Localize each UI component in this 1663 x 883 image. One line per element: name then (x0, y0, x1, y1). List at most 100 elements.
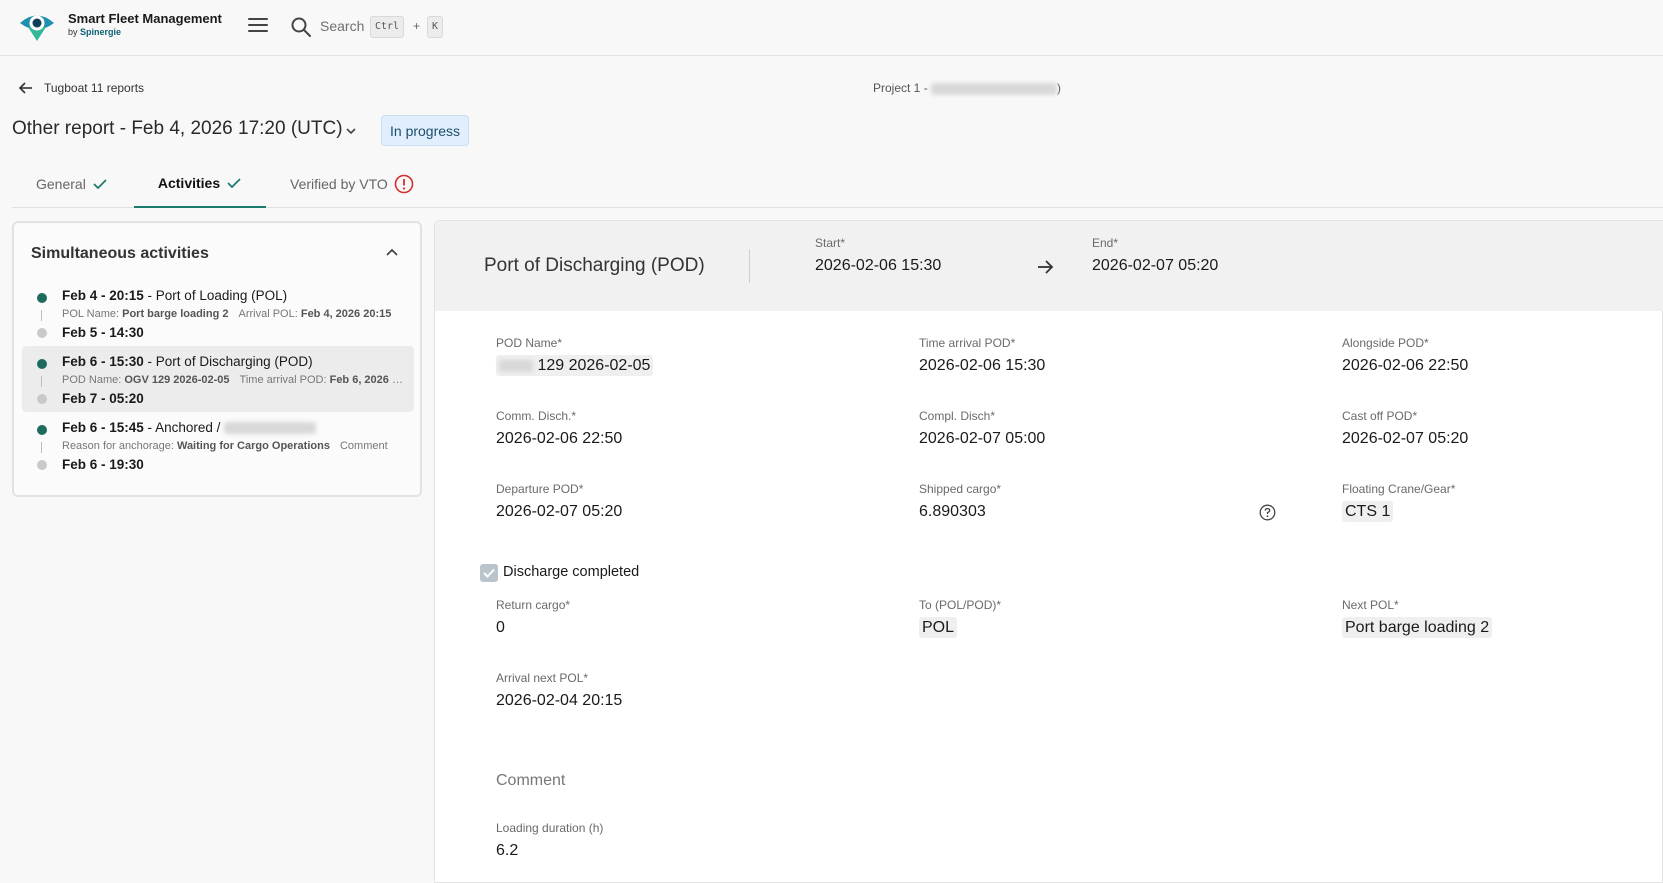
tab-label: Verified by VTO (290, 176, 388, 192)
brand[interactable]: Smart Fleet Management by Spinergie (68, 12, 222, 37)
status-badge: In progress (381, 115, 470, 146)
activity-item-selected[interactable]: Feb 6 - 15:30 - Port of Discharging (POD… (22, 346, 414, 412)
activity-details: Reason for anchorage: Waiting for Cargo … (62, 440, 408, 452)
detail-value: Feb 6, 2026 15:30 (329, 374, 408, 386)
project-suffix: ) (1057, 81, 1062, 95)
discharge-completed-checkbox[interactable] (480, 564, 498, 582)
floating-crane-label: Floating Crane/Gear* (1342, 482, 1456, 496)
pod-name-value: 129 2026-02-05 (537, 357, 651, 374)
comment-field[interactable]: Comment (496, 772, 565, 790)
end-dot (37, 394, 47, 404)
floating-crane-chip: CTS 1 (1342, 501, 1394, 522)
pod-name-label: POD Name* (496, 336, 563, 350)
end-label: End* (1092, 236, 1119, 250)
detail-value: OGV 129 2026-02-05 (124, 374, 230, 386)
activity-type: Anchored / (155, 420, 225, 435)
timeline-line (41, 310, 42, 321)
end-dot (37, 328, 47, 338)
activity-sep: - (143, 288, 156, 303)
search-icon[interactable] (290, 16, 312, 38)
discharge-completed-label[interactable]: Discharge completed (503, 564, 639, 580)
activity-type-title: Port of Discharging (POD) (484, 255, 705, 276)
app-name: Smart Fleet Management (68, 11, 222, 26)
next-pol-label: Next POL* (1342, 598, 1399, 612)
eye-logo-icon[interactable] (18, 10, 56, 44)
activity-type: Port of Loading (POL) (155, 288, 288, 303)
time-arrival-pod-field[interactable]: 2026-02-06 15:30 (919, 357, 1045, 375)
report-title: Other report - Feb 4, 2026 17:20 (UTC) (12, 118, 343, 139)
to-pol-pod-chip: POL (919, 617, 958, 638)
back-link[interactable]: Tugboat 11 reports (44, 81, 144, 95)
to-pol-pod-field[interactable]: POL (919, 617, 958, 638)
return-cargo-field[interactable]: 0 (496, 619, 505, 637)
activity-end: Feb 7 - 05:20 (62, 391, 144, 406)
timeline-line (41, 376, 42, 387)
floating-crane-field[interactable]: CTS 1 (1342, 501, 1394, 522)
top-bar: Smart Fleet Management by Spinergie Sear… (0, 0, 1663, 56)
checkbox-check-icon (483, 568, 495, 578)
arrival-next-pol-field[interactable]: 2026-02-04 20:15 (496, 692, 622, 710)
detail-key: Arrival POL: (238, 308, 301, 320)
project-label: Project 1 - ) (873, 81, 1061, 95)
menu-icon[interactable] (248, 18, 268, 34)
time-arrival-pod-label: Time arrival POD* (919, 336, 1016, 350)
activity-item[interactable]: Feb 6 - 15:45 - Anchored / Reason for an… (22, 412, 414, 478)
end-dot (37, 460, 47, 470)
pod-name-field[interactable]: 129 2026-02-05 (496, 355, 654, 376)
detail-key: Reason for anchorage: (62, 440, 177, 452)
compl-disch-field[interactable]: 2026-02-07 05:00 (919, 430, 1045, 448)
tab-general[interactable]: General (36, 160, 112, 208)
alongside-pod-field[interactable]: 2026-02-06 22:50 (1342, 357, 1468, 375)
activity-title: Feb 6 - 15:30 - Port of Discharging (POD… (62, 354, 313, 369)
check-icon (93, 179, 107, 190)
tab-label: Activities (157, 175, 221, 191)
activity-sep: - (143, 420, 156, 435)
start-value[interactable]: 2026-02-06 15:30 (815, 257, 941, 275)
project-prefix: Project 1 - (873, 81, 932, 95)
chevron-up-icon[interactable] (384, 245, 400, 261)
next-pol-chip: Port barge loading 2 (1342, 617, 1493, 638)
activity-type: Port of Discharging (POD) (155, 354, 313, 369)
activity-item[interactable]: Feb 4 - 20:15 - Port of Loading (POL) PO… (22, 280, 414, 346)
tab-label: General (36, 176, 86, 192)
activity-detail-panel: Port of Discharging (POD) Start* 2026-02… (434, 220, 1663, 883)
by-prefix: by (68, 27, 78, 37)
detail-key: POL Name: (62, 308, 123, 320)
compl-disch-label: Compl. Disch* (919, 409, 996, 423)
alongside-pod-label: Alongside POD* (1342, 336, 1429, 350)
arrow-left-icon[interactable] (18, 80, 34, 96)
end-value[interactable]: 2026-02-07 05:20 (1092, 257, 1218, 275)
detail-value: Waiting for Cargo Operations (176, 440, 330, 452)
pod-name-redacted (499, 359, 533, 372)
shipped-cargo-field[interactable]: 6.890303 (919, 503, 986, 521)
activity-start: Feb 6 - 15:30 (62, 354, 144, 369)
comm-disch-field[interactable]: 2026-02-06 22:50 (496, 430, 622, 448)
detail-key: Time arrival POD: (239, 374, 330, 386)
to-pol-pod-label: To (POL/POD)* (919, 598, 1002, 612)
tab-verified-by-vto[interactable]: Verified by VTO (290, 160, 414, 208)
check-icon (227, 178, 241, 189)
departure-pod-field[interactable]: 2026-02-07 05:20 (496, 503, 622, 521)
simultaneous-activities-panel: Simultaneous activities Feb 4 - 20:15 - … (12, 221, 422, 497)
loading-duration-field[interactable]: 6.2 (496, 842, 518, 860)
start-dot (37, 425, 47, 435)
header-divider (749, 249, 750, 283)
comm-disch-label: Comm. Disch.* (496, 409, 577, 423)
next-pol-field[interactable]: Port barge loading 2 (1342, 617, 1493, 638)
tab-activities[interactable]: Activities (134, 160, 266, 208)
detail-value: Feb 4, 2026 20:15 (300, 308, 392, 320)
help-circle-icon[interactable] (1259, 504, 1276, 521)
search-input[interactable]: Search (320, 18, 364, 34)
timeline-line (41, 442, 42, 453)
chevron-down-icon[interactable] (344, 124, 358, 138)
activity-title: Feb 6 - 15:45 - Anchored / (62, 420, 317, 435)
project-name-redacted (931, 82, 1058, 95)
kbd-ctrl: Ctrl (370, 16, 405, 38)
loading-duration-label: Loading duration (h) (496, 821, 604, 835)
start-label: Start* (815, 236, 846, 250)
activity-sep: - (143, 354, 156, 369)
kbd-k: K (427, 16, 444, 38)
cast-off-pod-field[interactable]: 2026-02-07 05:20 (1342, 430, 1468, 448)
kbd-plus: + (413, 19, 421, 33)
return-cargo-label: Return cargo* (496, 598, 571, 612)
